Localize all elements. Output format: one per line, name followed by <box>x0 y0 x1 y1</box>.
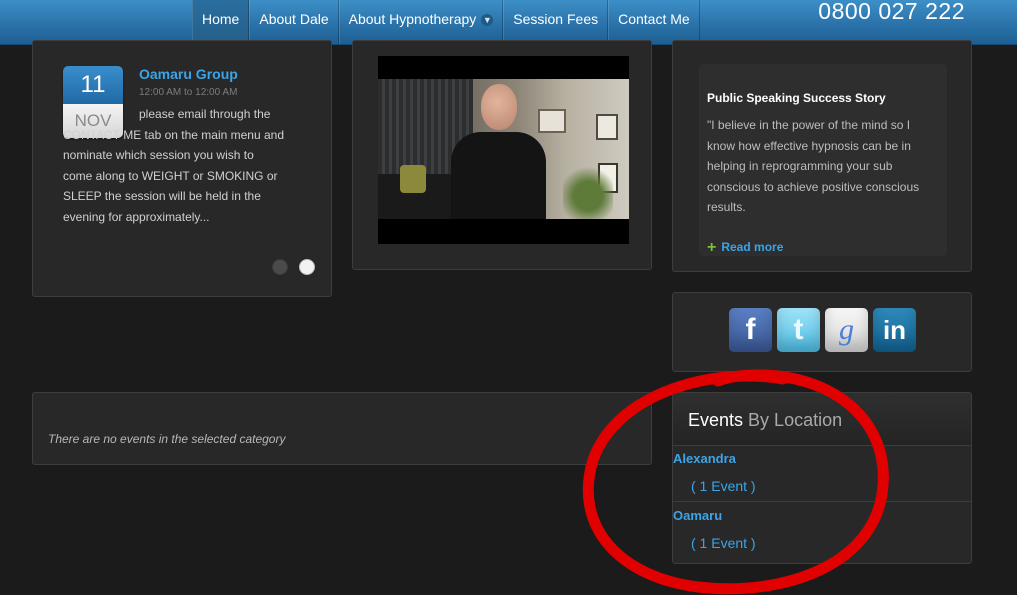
presenter-body <box>451 132 546 219</box>
main-menu: Home About Dale About Hypnotherapy ▼ Sess… <box>192 0 700 44</box>
title-rest: By Location <box>748 410 843 430</box>
location-alexandra-link[interactable]: Alexandra <box>673 451 736 466</box>
top-nav-bar: Home About Dale About Hypnotherapy ▼ Sess… <box>0 0 1017 45</box>
plus-icon: + <box>707 239 717 256</box>
title-strong: Events <box>688 410 744 430</box>
events-by-location-panel: Events By Location Alexandra ( 1 Event )… <box>672 392 972 564</box>
nav-about-hypnotherapy[interactable]: About Hypnotherapy ▼ <box>338 0 504 44</box>
social-panel: f t g in <box>672 292 972 372</box>
read-more-label: Read more <box>721 240 784 254</box>
phone-number: 0800 027 222 <box>818 0 965 24</box>
testimonial-panel: Public Speaking Success Story "I believe… <box>672 40 972 272</box>
presenter-head <box>481 84 517 130</box>
nav-about-hypnotherapy-label: About Hypnotherapy <box>348 11 477 27</box>
testimonial-box: Public Speaking Success Story "I believe… <box>699 64 947 256</box>
category-events-panel: There are no events in the selected cate… <box>32 392 652 465</box>
google-plus-icon[interactable]: g <box>825 308 868 352</box>
plant <box>563 154 613 219</box>
chevron-down-icon[interactable]: ▼ <box>481 14 494 26</box>
event-time: 12:00 AM to 12:00 AM <box>139 87 238 98</box>
location-oamaru-link[interactable]: Oamaru <box>673 508 722 523</box>
location-alexandra-count[interactable]: ( 1 Event ) <box>691 478 756 494</box>
testimonial-title: Public Speaking Success Story <box>707 91 886 105</box>
slider-dot-1[interactable] <box>272 259 288 275</box>
event-title-link[interactable]: Oamaru Group <box>139 66 238 82</box>
event-day: 11 <box>63 66 123 104</box>
event-panel: 11 NOV Oamaru Group 12:00 AM to 12:00 AM… <box>32 40 332 297</box>
event-description: please email through the CONTACT ME tab … <box>63 104 285 227</box>
slider-dot-2-active[interactable] <box>299 259 315 275</box>
nav-contact-me[interactable]: Contact Me <box>608 0 700 44</box>
events-by-location-header: Events By Location <box>673 393 971 446</box>
divider <box>673 501 971 502</box>
nav-session-fees[interactable]: Session Fees <box>503 0 609 44</box>
nav-home[interactable]: Home <box>192 0 250 44</box>
linkedin-icon[interactable]: in <box>873 308 916 352</box>
read-more-link[interactable]: + Read more <box>707 239 783 257</box>
social-links: f t g in <box>729 308 916 352</box>
no-events-message: There are no events in the selected cate… <box>48 432 286 446</box>
video-panel <box>352 40 652 270</box>
video-player[interactable] <box>378 56 629 244</box>
testimonial-text: "I believe in the power of the mind so I… <box>707 118 920 214</box>
cushion <box>400 165 426 193</box>
facebook-icon[interactable]: f <box>729 308 772 352</box>
events-by-location-title: Events By Location <box>688 410 842 431</box>
twitter-icon[interactable]: t <box>777 308 820 352</box>
wall-frame <box>596 114 618 140</box>
nav-about-dale[interactable]: About Dale <box>249 0 339 44</box>
video-thumbnail <box>378 79 629 219</box>
wall-frame <box>538 109 566 133</box>
location-oamaru-count[interactable]: ( 1 Event ) <box>691 535 756 551</box>
event-description-text: please email through the CONTACT ME tab … <box>63 107 284 224</box>
